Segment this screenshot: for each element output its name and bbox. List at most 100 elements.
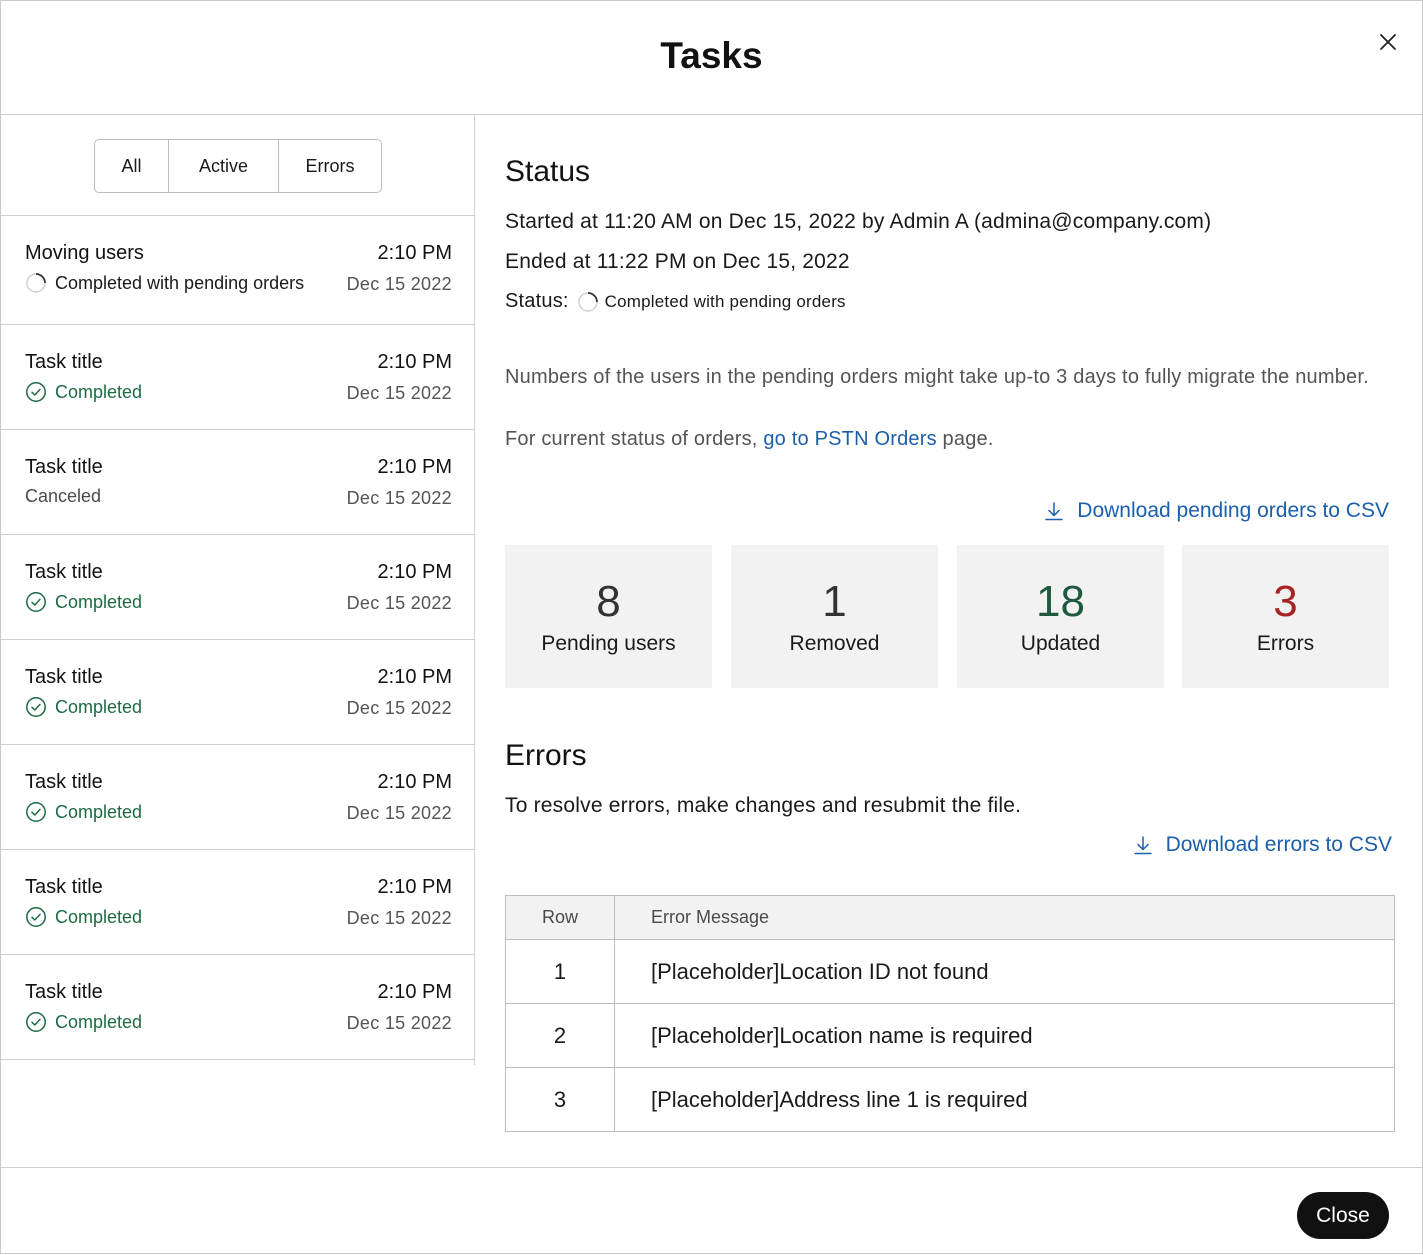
task-name: Task title: [25, 561, 103, 583]
stat-label: Errors: [1256, 632, 1315, 655]
close-icon[interactable]: [1375, 29, 1401, 55]
task-time: 2:10 PM: [377, 981, 452, 1003]
check-circle-icon: [26, 907, 46, 927]
task-item[interactable]: Task title 2:10 PM Completed Dec 15 2022: [1, 325, 474, 430]
task-list: Moving users 2:10 PM Completed with pend…: [1, 216, 474, 1060]
errors-table: Row Error Message 1 [Placeholder]Locatio…: [505, 895, 1395, 1132]
error-message: [Placeholder]Address line 1 is required: [614, 1067, 1395, 1132]
task-time: 2:10 PM: [377, 456, 452, 478]
task-status-text: Completed: [55, 591, 143, 612]
task-status-text: Completed: [55, 1011, 143, 1032]
stat-value: 8: [596, 577, 621, 626]
table-row: 1 [Placeholder]Location ID not found: [505, 939, 1395, 1004]
error-row-number: 1: [505, 939, 615, 1004]
stat-removed: 1 Removed: [731, 545, 938, 688]
task-name: Moving users: [25, 242, 144, 264]
task-name: Task title: [25, 666, 103, 688]
task-date: Dec 15 2022: [346, 383, 452, 403]
task-date: Dec 15 2022: [346, 1013, 452, 1033]
modal-footer: Close: [1, 1167, 1422, 1255]
task-status: Completed: [25, 1011, 142, 1033]
stat-label: Removed: [789, 632, 880, 655]
filter-segmented-control: All Active Errors: [94, 139, 382, 193]
orders-prefix: For current status of orders,: [505, 428, 764, 450]
task-name: Task title: [25, 771, 103, 793]
task-name: Task title: [25, 456, 103, 478]
download-errors-label: Download errors to CSV: [1165, 833, 1392, 856]
errors-heading: Errors: [505, 739, 587, 772]
task-status-text: Completed: [55, 696, 143, 717]
filter-errors[interactable]: Errors: [278, 140, 381, 192]
task-status: Completed: [25, 906, 142, 928]
filter-bar: All Active Errors: [1, 115, 474, 216]
task-status: Completed: [25, 801, 142, 823]
task-status-text: Completed with pending orders: [55, 272, 305, 293]
download-icon: [1133, 836, 1152, 855]
stats-row: 8 Pending users 1 Removed 18 Updated 3 E…: [505, 545, 1389, 688]
task-status: Completed: [25, 381, 142, 403]
task-date: Dec 15 2022: [346, 488, 452, 508]
task-time: 2:10 PM: [377, 771, 452, 793]
task-date: Dec 15 2022: [346, 803, 452, 823]
task-date: Dec 15 2022: [346, 908, 452, 928]
task-item[interactable]: Task title 2:10 PM Canceled Dec 15 2022: [1, 430, 474, 535]
task-time: 2:10 PM: [377, 351, 452, 373]
table-row: 2 [Placeholder]Location name is required: [505, 1003, 1395, 1068]
close-button[interactable]: Close: [1297, 1192, 1389, 1239]
check-circle-icon: [26, 802, 46, 822]
modal-title: Tasks: [660, 35, 763, 76]
task-item[interactable]: Task title 2:10 PM Completed Dec 15 2022: [1, 640, 474, 745]
stat-pending-users: 8 Pending users: [505, 545, 712, 688]
orders-note: For current status of orders, go to PSTN…: [505, 427, 1385, 452]
task-time: 2:10 PM: [377, 561, 452, 583]
task-status: Completed: [25, 696, 142, 718]
stat-value: 18: [1036, 577, 1085, 626]
status-heading: Status: [505, 155, 591, 188]
check-circle-icon: [26, 1012, 46, 1032]
download-pending-csv-link[interactable]: Download pending orders to CSV: [1043, 499, 1389, 523]
tasks-modal: Tasks All Active Errors Moving users 2:1…: [0, 0, 1423, 1254]
pstn-orders-link[interactable]: go to PSTN Orders: [763, 428, 936, 450]
table-row: 3 [Placeholder]Address line 1 is require…: [505, 1067, 1395, 1132]
status-value: Completed with pending orders: [604, 291, 846, 311]
stat-value: 1: [822, 577, 847, 626]
errors-description: To resolve errors, make changes and resu…: [505, 794, 1022, 817]
task-item[interactable]: Task title 2:10 PM Completed Dec 15 2022: [1, 535, 474, 640]
task-item[interactable]: Task title 2:10 PM Completed Dec 15 2022: [1, 745, 474, 850]
task-date: Dec 15 2022: [346, 698, 452, 718]
task-date: Dec 15 2022: [346, 274, 452, 294]
stat-value: 3: [1273, 577, 1298, 626]
pending-note: Numbers of the users in the pending orde…: [505, 366, 1369, 388]
stat-label: Pending users: [541, 632, 676, 655]
filter-all[interactable]: All: [95, 140, 168, 192]
pending-spinner-icon: [577, 291, 598, 312]
task-item[interactable]: Task title 2:10 PM Completed Dec 15 2022: [1, 955, 474, 1060]
filter-active[interactable]: Active: [168, 140, 278, 192]
task-status: Completed with pending orders: [25, 272, 304, 294]
task-time: 2:10 PM: [377, 242, 452, 264]
column-header-error-message: Error Message: [614, 895, 1395, 940]
task-time: 2:10 PM: [377, 876, 452, 898]
task-date: Dec 15 2022: [346, 593, 452, 613]
download-errors-csv-link[interactable]: Download errors to CSV: [1132, 833, 1392, 857]
task-time: 2:10 PM: [377, 666, 452, 688]
error-row-number: 3: [505, 1067, 615, 1132]
task-item[interactable]: Task title 2:10 PM Completed Dec 15 2022: [1, 850, 474, 955]
task-list-panel: All Active Errors Moving users 2:10 PM C…: [1, 115, 475, 1065]
stat-label: Updated: [1020, 632, 1101, 655]
stat-errors: 3 Errors: [1182, 545, 1389, 688]
table-header-row: Row Error Message: [505, 895, 1395, 940]
task-item[interactable]: Moving users 2:10 PM Completed with pend…: [1, 216, 474, 325]
task-status-text: Completed: [55, 906, 143, 927]
status-row: Status: Completed with pending orders: [505, 290, 846, 313]
task-status-text: Canceled: [25, 486, 102, 506]
stat-updated: 18 Updated: [957, 545, 1164, 688]
check-circle-icon: [26, 697, 46, 717]
download-icon: [1045, 502, 1064, 521]
error-row-number: 2: [505, 1003, 615, 1068]
column-header-row: Row: [505, 895, 615, 940]
task-status: Canceled: [25, 486, 101, 507]
orders-suffix: page.: [936, 428, 994, 450]
task-name: Task title: [25, 351, 103, 373]
download-pending-label: Download pending orders to CSV: [1077, 499, 1389, 522]
